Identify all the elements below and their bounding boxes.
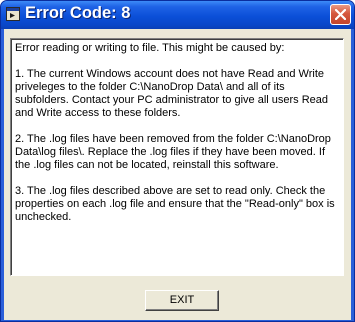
window-title: Error Code: 8 [25, 4, 131, 22]
message-cause-3: 3. The .log files described above are se… [15, 185, 335, 223]
error-message-box: Error reading or writing to file. This m… [10, 38, 344, 276]
close-icon [335, 9, 346, 20]
message-cause-1: 1. The current Windows account does not … [15, 68, 329, 119]
message-cause-2: 2. The .log files have been removed from… [15, 133, 331, 171]
error-dialog-window: Error Code: 8 Error reading or writing t… [0, 0, 355, 322]
title-bar[interactable]: Error Code: 8 [1, 1, 354, 29]
close-button[interactable] [330, 4, 351, 25]
dialog-client-area: Error reading or writing to file. This m… [4, 29, 351, 320]
exit-button[interactable]: EXIT [145, 290, 219, 311]
message-intro: Error reading or writing to file. This m… [15, 42, 285, 54]
app-window-icon[interactable] [6, 7, 20, 21]
